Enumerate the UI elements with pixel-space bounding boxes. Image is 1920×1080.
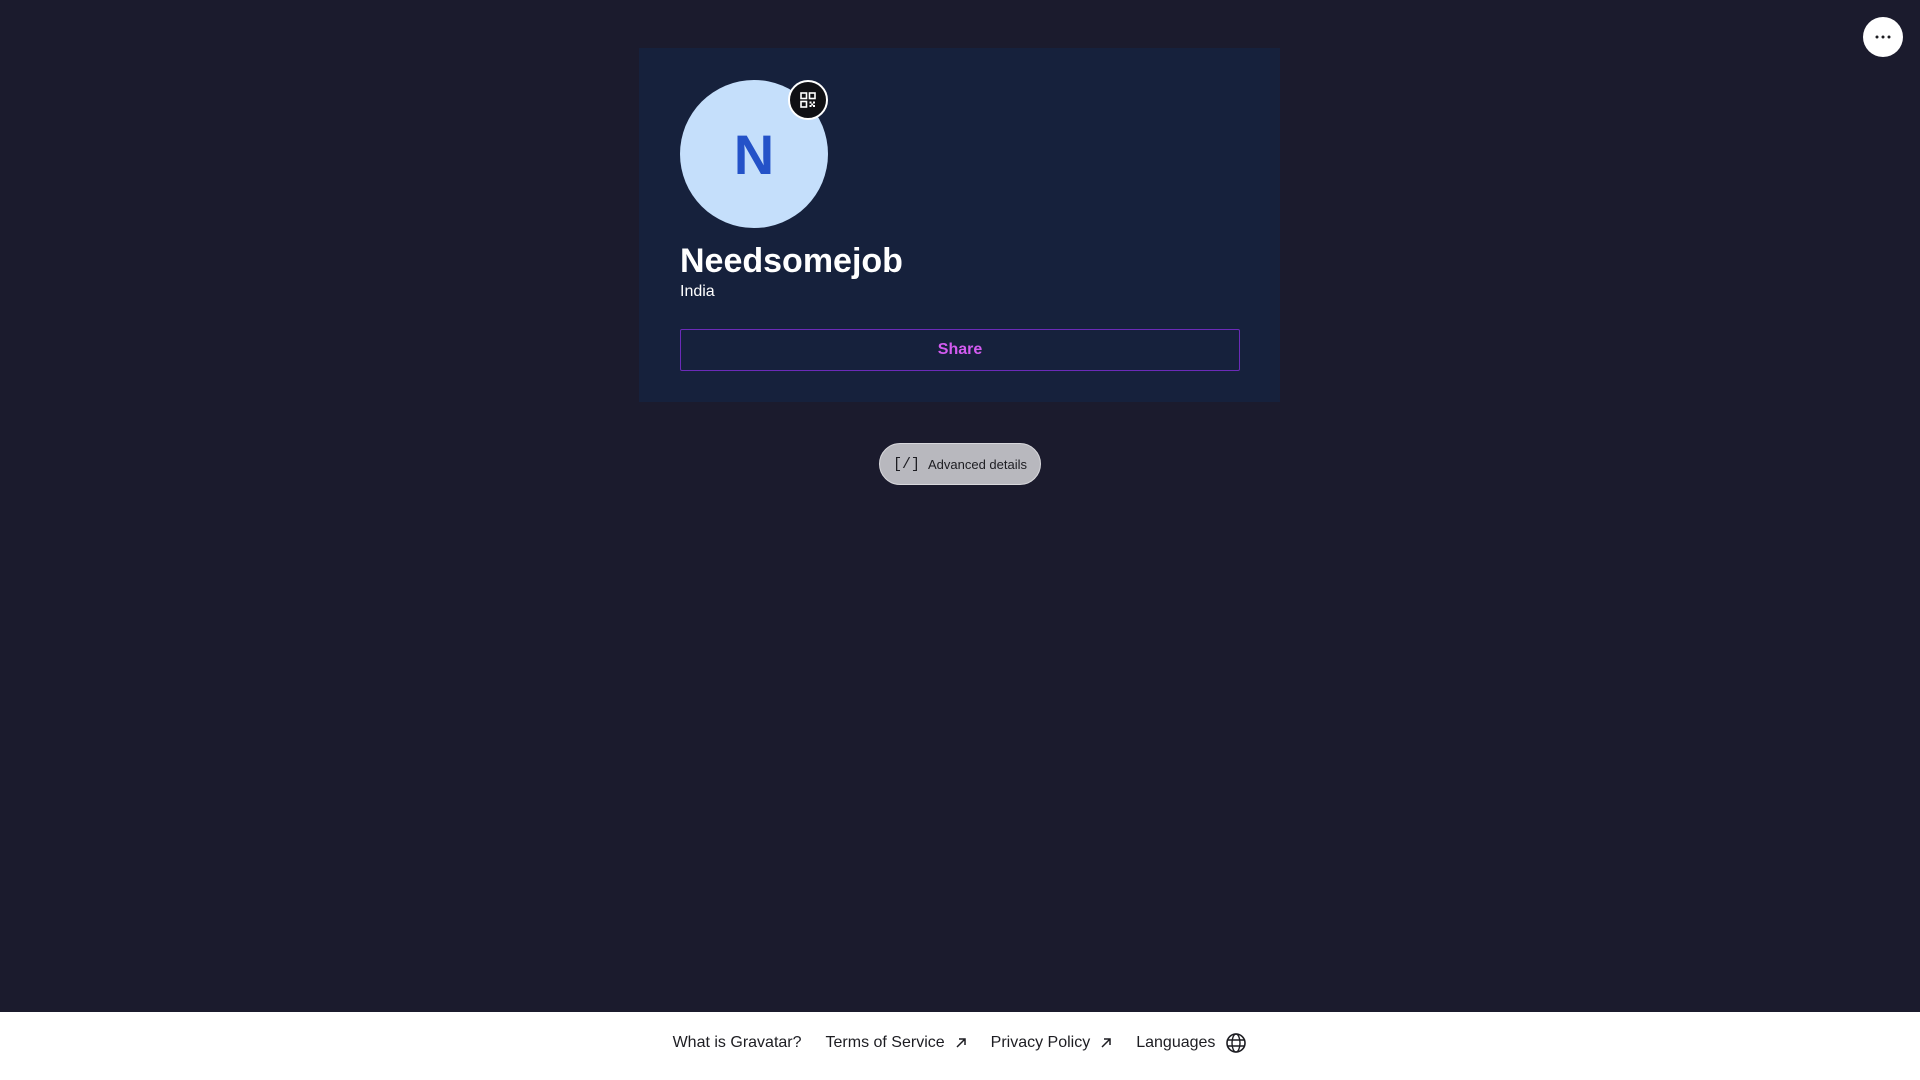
share-button[interactable]: Share (680, 329, 1240, 371)
external-arrow-icon (956, 1038, 966, 1048)
globe-icon (1226, 1033, 1247, 1053)
footer-link-privacy[interactable]: Privacy Policy (991, 1034, 1113, 1052)
footer: What is Gravatar? Terms of Service Priva… (0, 1012, 1920, 1080)
avatar-container: N (680, 80, 828, 228)
profile-card: N Needsomejob India Share (639, 48, 1280, 402)
footer-link-label: Languages (1136, 1034, 1216, 1051)
qr-code-button[interactable] (788, 80, 828, 120)
location-text: India (680, 283, 715, 300)
qr-code-icon (800, 92, 816, 108)
code-brackets-icon: [/] (892, 455, 920, 473)
more-options-button[interactable] (1863, 17, 1903, 57)
footer-link-what-is-gravatar[interactable]: What is Gravatar? (673, 1034, 802, 1052)
avatar-initial: N (733, 122, 775, 186)
external-arrow-icon (1101, 1038, 1111, 1048)
footer-link-languages[interactable]: Languages (1136, 1032, 1247, 1054)
profile-page: N Needsomejob India Share [/] Advanced d… (0, 0, 1920, 1080)
footer-link-label: What is Gravatar? (672, 1034, 802, 1051)
display-name: Needsomejob (680, 242, 903, 280)
footer-link-label: Terms of Service (825, 1034, 945, 1051)
footer-link-terms[interactable]: Terms of Service (826, 1034, 967, 1052)
footer-link-label: Privacy Policy (990, 1034, 1091, 1051)
advanced-details-label: Advanced details (928, 456, 1028, 472)
ellipsis-icon (1875, 35, 1891, 39)
advanced-details-button[interactable]: [/] Advanced details (879, 443, 1041, 485)
